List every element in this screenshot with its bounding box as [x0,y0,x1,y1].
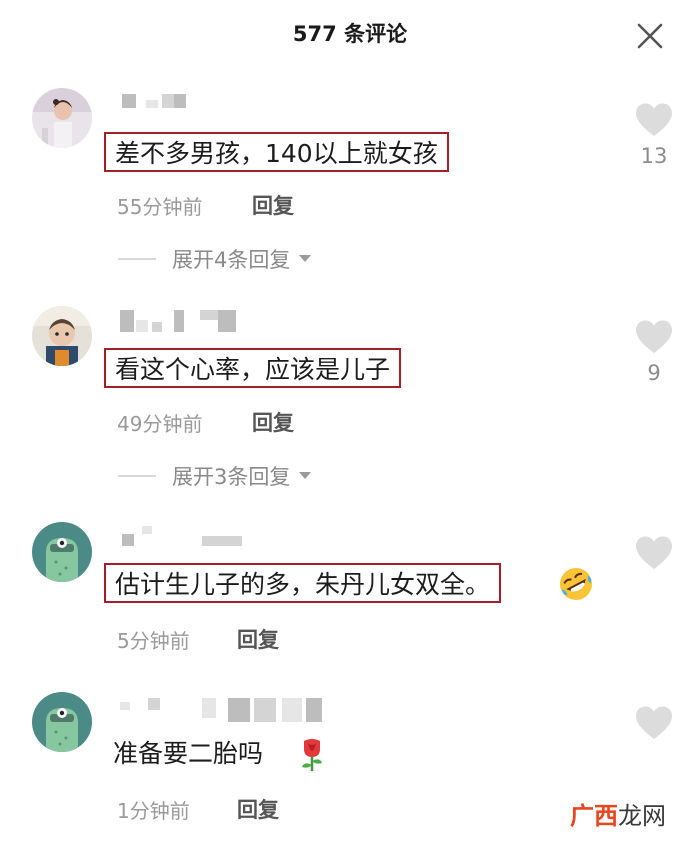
avatar[interactable] [32,522,92,582]
heart-icon [636,536,672,569]
reply-button[interactable]: 回复 [237,624,279,654]
chevron-down-icon [299,255,312,262]
like-button[interactable]: 13 [630,102,678,168]
comment-text: 准备要二胎吗 [104,734,272,774]
reply-button[interactable]: 回复 [252,407,294,437]
expand-replies-label: 展开3条回复 [172,465,291,489]
watermark-part2: 龙网 [618,802,666,830]
comment-text: 看这个心率，应该是儿子 [104,348,402,388]
reply-button[interactable]: 回复 [252,190,294,220]
comment-time: 1分钟前 [117,799,190,823]
like-button[interactable]: 9 [630,319,678,385]
divider [118,475,156,477]
reply-button[interactable]: 回复 [237,794,279,824]
divider [118,258,156,260]
comments-header: 577 条评论 [0,0,700,64]
like-button[interactable] [630,705,678,745]
watermark-part1: 广西 [570,802,618,830]
rose-emoji-icon [302,739,322,771]
chevron-down-icon [299,472,312,479]
avatar[interactable] [32,692,92,752]
comment-time: 5分钟前 [117,629,190,653]
heart-icon [636,320,672,353]
comment-text-content: 估计生儿子的多，朱丹儿女双全。 [115,570,491,599]
comment-text: 差不多男孩，140以上就女孩 [104,132,449,172]
close-button[interactable] [636,22,664,50]
heart-icon [636,706,672,739]
like-count: 9 [647,361,661,385]
heart-icon [636,103,672,136]
avatar[interactable] [32,88,92,148]
expand-replies-label: 展开4条回复 [172,248,291,272]
rofl-emoji-icon [560,568,592,600]
like-button[interactable] [630,535,678,575]
expand-replies[interactable]: 展开4条回复 [118,244,312,274]
comment-time: 55分钟前 [117,195,203,219]
like-count: 13 [640,144,668,168]
comment-count-title: 577 条评论 [292,22,408,46]
comment-time: 49分钟前 [117,412,203,436]
comment-text-content: 准备要二胎吗 [113,739,264,768]
expand-replies[interactable]: 展开3条回复 [118,461,312,491]
avatar[interactable] [32,306,92,366]
watermark: 广西龙网 [570,796,666,831]
close-icon [637,23,663,49]
comment-text: 估计生儿子的多，朱丹儿女双全。 [104,563,502,603]
